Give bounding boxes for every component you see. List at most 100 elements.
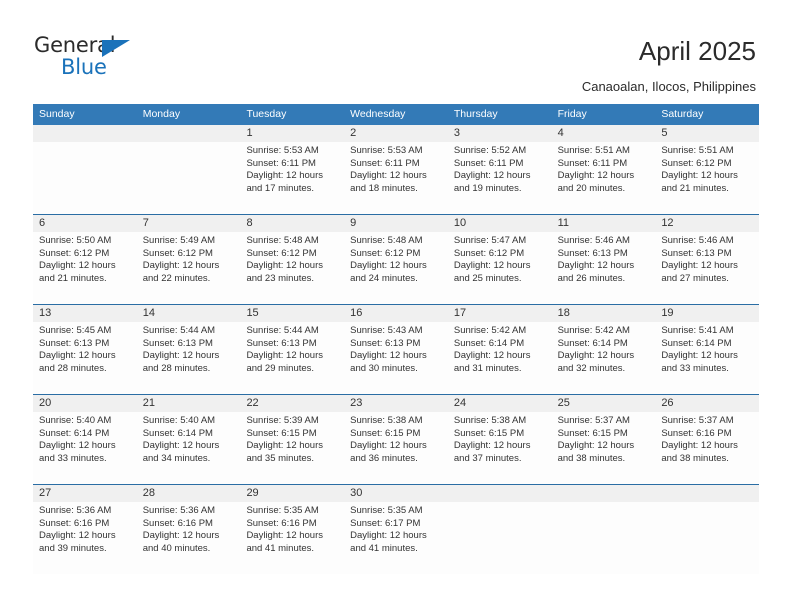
calendar-week-row: 20 21 22 23 24 25 26 Sunrise: 5:40 AM Sunset: 6:… (33, 394, 759, 484)
day-cell-19[interactable]: Sunrise: 5:41 AM Sunset: 6:14 PM Daylight:… (655, 322, 759, 394)
daylight-text-line1: Daylight: 12 hours (142, 440, 220, 452)
day-number-4[interactable]: 4 (552, 125, 656, 142)
day-number-band: 20 21 22 23 24 25 26 (33, 395, 759, 412)
day-number-11[interactable]: 11 (552, 215, 656, 232)
daylight-text-line1: Daylight: 12 hours (661, 350, 738, 362)
day-cell-7[interactable]: Sunrise: 5:49 AM Sunset: 6:12 PM Daylight:… (137, 232, 241, 304)
day-number-3[interactable]: 3 (448, 125, 552, 142)
sunset-text: Sunset: 6:13 PM (661, 247, 732, 259)
day-cell-30[interactable]: Sunrise: 5:35 AM Sunset: 6:17 PM Daylight:… (344, 502, 448, 574)
daylight-text-line1: Daylight: 12 hours (246, 530, 324, 542)
day-cell-22[interactable]: Sunrise: 5:39 AM Sunset: 6:15 PM Daylight:… (240, 412, 344, 484)
day-cell-14[interactable]: Sunrise: 5:44 AM Sunset: 6:13 PM Daylight:… (137, 322, 241, 394)
day-number-16[interactable]: 16 (344, 305, 448, 322)
daylight-text-line2: and 24 minutes. (350, 272, 418, 284)
daylight-text-line1: Daylight: 12 hours (246, 440, 324, 452)
sunset-text: Sunset: 6:15 PM (246, 427, 317, 439)
day-number-15[interactable]: 15 (240, 305, 344, 322)
day-cell-16[interactable]: Sunrise: 5:43 AM Sunset: 6:13 PM Daylight:… (344, 322, 448, 394)
day-number-28[interactable]: 28 (137, 485, 241, 502)
sunset-text: Sunset: 6:12 PM (350, 247, 421, 259)
day-cell-12[interactable]: Sunrise: 5:46 AM Sunset: 6:13 PM Daylight:… (655, 232, 759, 304)
day-number-12[interactable]: 12 (655, 215, 759, 232)
day-number-18[interactable]: 18 (552, 305, 656, 322)
day-number-26[interactable]: 26 (655, 395, 759, 412)
sunrise-text: Sunrise: 5:38 AM (453, 415, 527, 426)
sunrise-text: Sunrise: 5:42 AM (453, 325, 527, 336)
day-number-29[interactable]: 29 (240, 485, 344, 502)
day-cell-27[interactable]: Sunrise: 5:36 AM Sunset: 6:16 PM Daylight:… (33, 502, 137, 574)
day-cell-26[interactable]: Sunrise: 5:37 AM Sunset: 6:16 PM Daylight:… (655, 412, 759, 484)
daylight-text-line1: Daylight: 12 hours (142, 530, 220, 542)
day-cell-15[interactable]: Sunrise: 5:44 AM Sunset: 6:13 PM Daylight:… (240, 322, 344, 394)
sunrise-text: Sunrise: 5:46 AM (661, 235, 734, 246)
daylight-text-line2: and 19 minutes. (453, 182, 522, 194)
day-number-2[interactable]: 2 (344, 125, 448, 142)
day-cell-21[interactable]: Sunrise: 5:40 AM Sunset: 6:14 PM Daylight:… (137, 412, 241, 484)
daylight-text-line1: Daylight: 12 hours (557, 440, 635, 452)
day-cell-11[interactable]: Sunrise: 5:46 AM Sunset: 6:13 PM Daylight:… (552, 232, 656, 304)
daylight-text-line1: Daylight: 12 hours (661, 170, 738, 182)
sunset-text: Sunset: 6:14 PM (39, 427, 110, 439)
day-cell-20[interactable]: Sunrise: 5:40 AM Sunset: 6:14 PM Daylight:… (33, 412, 137, 484)
day-number-20[interactable]: 20 (33, 395, 137, 412)
day-number-25[interactable]: 25 (552, 395, 656, 412)
day-number-14[interactable]: 14 (137, 305, 241, 322)
sunrise-text: Sunrise: 5:50 AM (39, 235, 112, 246)
day-number-8[interactable]: 8 (240, 215, 344, 232)
daylight-text-line2: and 30 minutes. (350, 362, 418, 374)
day-number-22[interactable]: 22 (240, 395, 344, 412)
sunset-text: Sunset: 6:13 PM (39, 337, 110, 349)
sunrise-text: Sunrise: 5:53 AM (246, 145, 319, 156)
day-cell-4[interactable]: Sunrise: 5:51 AM Sunset: 6:11 PM Daylight:… (552, 142, 656, 214)
day-detail-band: Sunrise: 5:45 AM Sunset: 6:13 PM Daylight:… (33, 322, 759, 394)
day-number-30[interactable]: 30 (344, 485, 448, 502)
day-number-9[interactable]: 9 (344, 215, 448, 232)
day-cell-13[interactable]: Sunrise: 5:45 AM Sunset: 6:13 PM Daylight:… (33, 322, 137, 394)
day-cell-25[interactable]: Sunrise: 5:37 AM Sunset: 6:15 PM Daylight:… (552, 412, 656, 484)
daylight-text-line1: Daylight: 12 hours (39, 260, 116, 272)
day-number-1[interactable]: 1 (240, 125, 344, 142)
day-number-10[interactable]: 10 (448, 215, 552, 232)
day-number-17[interactable]: 17 (448, 305, 552, 322)
day-cell-18[interactable]: Sunrise: 5:42 AM Sunset: 6:14 PM Daylight:… (552, 322, 656, 394)
day-number-19[interactable]: 19 (655, 305, 759, 322)
day-number-23[interactable]: 23 (344, 395, 448, 412)
daylight-text-line1: Daylight: 12 hours (350, 170, 427, 182)
daylight-text-line2: and 34 minutes. (142, 452, 211, 464)
day-number-6[interactable]: 6 (33, 215, 137, 232)
day-number-5[interactable]: 5 (655, 125, 759, 142)
daylight-text-line2: and 38 minutes. (661, 452, 729, 464)
sunset-text: Sunset: 6:16 PM (661, 427, 732, 439)
day-cell-17[interactable]: Sunrise: 5:42 AM Sunset: 6:14 PM Daylight:… (448, 322, 552, 394)
day-cell-5[interactable]: Sunrise: 5:51 AM Sunset: 6:12 PM Daylight:… (655, 142, 759, 214)
day-cell-29[interactable]: Sunrise: 5:35 AM Sunset: 6:16 PM Daylight:… (240, 502, 344, 574)
sunrise-text: Sunrise: 5:40 AM (142, 415, 216, 426)
day-cell-8[interactable]: Sunrise: 5:48 AM Sunset: 6:12 PM Daylight:… (240, 232, 344, 304)
daylight-text-line1: Daylight: 12 hours (557, 350, 635, 362)
day-number-21[interactable]: 21 (137, 395, 241, 412)
day-cell-3[interactable]: Sunrise: 5:52 AM Sunset: 6:11 PM Daylight:… (448, 142, 552, 214)
day-number-24[interactable]: 24 (448, 395, 552, 412)
day-number-13[interactable]: 13 (33, 305, 137, 322)
daylight-text-line2: and 22 minutes. (142, 272, 211, 284)
sunrise-text: Sunrise: 5:36 AM (39, 505, 112, 516)
weekday-header-wednesday: Wednesday (350, 108, 406, 120)
daylight-text-line1: Daylight: 12 hours (350, 530, 427, 542)
day-cell-10[interactable]: Sunrise: 5:47 AM Sunset: 6:12 PM Daylight:… (448, 232, 552, 304)
day-number-7[interactable]: 7 (137, 215, 241, 232)
sunset-text: Sunset: 6:12 PM (246, 247, 317, 259)
sunset-text: Sunset: 6:15 PM (350, 427, 421, 439)
day-cell-24[interactable]: Sunrise: 5:38 AM Sunset: 6:15 PM Daylight:… (448, 412, 552, 484)
day-cell-1[interactable]: Sunrise: 5:53 AM Sunset: 6:11 PM Daylight:… (240, 142, 344, 214)
day-cell-23[interactable]: Sunrise: 5:38 AM Sunset: 6:15 PM Daylight:… (344, 412, 448, 484)
sunrise-text: Sunrise: 5:53 AM (350, 145, 423, 156)
day-number-27[interactable]: 27 (33, 485, 137, 502)
day-cell-28[interactable]: Sunrise: 5:36 AM Sunset: 6:16 PM Daylight:… (137, 502, 241, 574)
sunset-text: Sunset: 6:14 PM (661, 337, 732, 349)
sunrise-text: Sunrise: 5:46 AM (557, 235, 630, 246)
day-cell-9[interactable]: Sunrise: 5:48 AM Sunset: 6:12 PM Daylight:… (344, 232, 448, 304)
general-blue-logo[interactable]: General Blue (34, 33, 214, 89)
day-cell-2[interactable]: Sunrise: 5:53 AM Sunset: 6:11 PM Daylight:… (344, 142, 448, 214)
day-cell-6[interactable]: Sunrise: 5:50 AM Sunset: 6:12 PM Daylight:… (33, 232, 137, 304)
